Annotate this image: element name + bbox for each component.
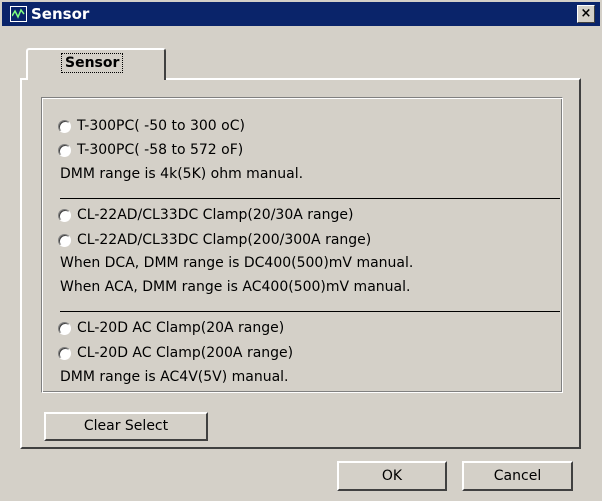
radio-button[interactable] (58, 143, 71, 157)
note-text: DMM range is AC4V(5V) manual. (60, 369, 289, 385)
ok-label: OK (381, 468, 403, 484)
clear-select-button[interactable]: Clear Select (44, 412, 208, 441)
radio-option-cl20d-200a[interactable]: CL-20D AC Clamp(200A range) (58, 342, 293, 364)
radio-option-cl22ad-20a[interactable]: CL-22AD/CL33DC Clamp(20/30A range) (58, 204, 353, 226)
tab-sensor[interactable]: Sensor (26, 48, 166, 80)
note-text: When DCA, DMM range is DC400(500)mV manu… (60, 255, 414, 271)
option-label: CL-20D AC Clamp(200A range) (77, 345, 294, 361)
sensor-dialog: Sensor × Sensor T-300PC( -50 to 300 oC) … (0, 0, 602, 501)
radio-button[interactable] (58, 346, 71, 360)
radio-button[interactable] (58, 119, 71, 133)
option-label: CL-22AD/CL33DC Clamp(20/30A range) (77, 207, 354, 223)
clear-select-label: Clear Select (83, 418, 169, 434)
note-text: When ACA, DMM range is AC400(500)mV manu… (60, 279, 411, 295)
sensor-options-group: T-300PC( -50 to 300 oC) T-300PC( -58 to … (41, 97, 563, 393)
close-icon[interactable]: × (577, 5, 595, 23)
separator (60, 311, 560, 312)
radio-button[interactable] (58, 233, 71, 247)
option-label: T-300PC( -50 to 300 oC) (77, 118, 245, 134)
option-label: CL-22AD/CL33DC Clamp(200/300A range) (77, 232, 372, 248)
cancel-label: Cancel (493, 468, 542, 484)
radio-button[interactable] (58, 321, 71, 335)
separator (60, 198, 560, 199)
radio-option-t300pc-fahrenheit[interactable]: T-300PC( -58 to 572 oF) (58, 139, 243, 161)
waveform-icon (10, 6, 27, 22)
window-title: Sensor (31, 5, 90, 23)
tab-panel: T-300PC( -50 to 300 oC) T-300PC( -58 to … (20, 78, 581, 449)
radio-button[interactable] (58, 208, 71, 222)
radio-option-t300pc-celsius[interactable]: T-300PC( -50 to 300 oC) (58, 115, 245, 137)
radio-option-cl20d-20a[interactable]: CL-20D AC Clamp(20A range) (58, 317, 284, 339)
option-label: T-300PC( -58 to 572 oF) (77, 142, 244, 158)
note-text: DMM range is 4k(5K) ohm manual. (60, 166, 304, 182)
cancel-button[interactable]: Cancel (462, 461, 573, 491)
ok-button[interactable]: OK (337, 461, 447, 491)
radio-option-cl22ad-200a[interactable]: CL-22AD/CL33DC Clamp(200/300A range) (58, 229, 371, 251)
option-label: CL-20D AC Clamp(20A range) (77, 320, 285, 336)
tab-sensor-label: Sensor (61, 53, 124, 73)
title-bar[interactable]: Sensor × (2, 2, 600, 26)
